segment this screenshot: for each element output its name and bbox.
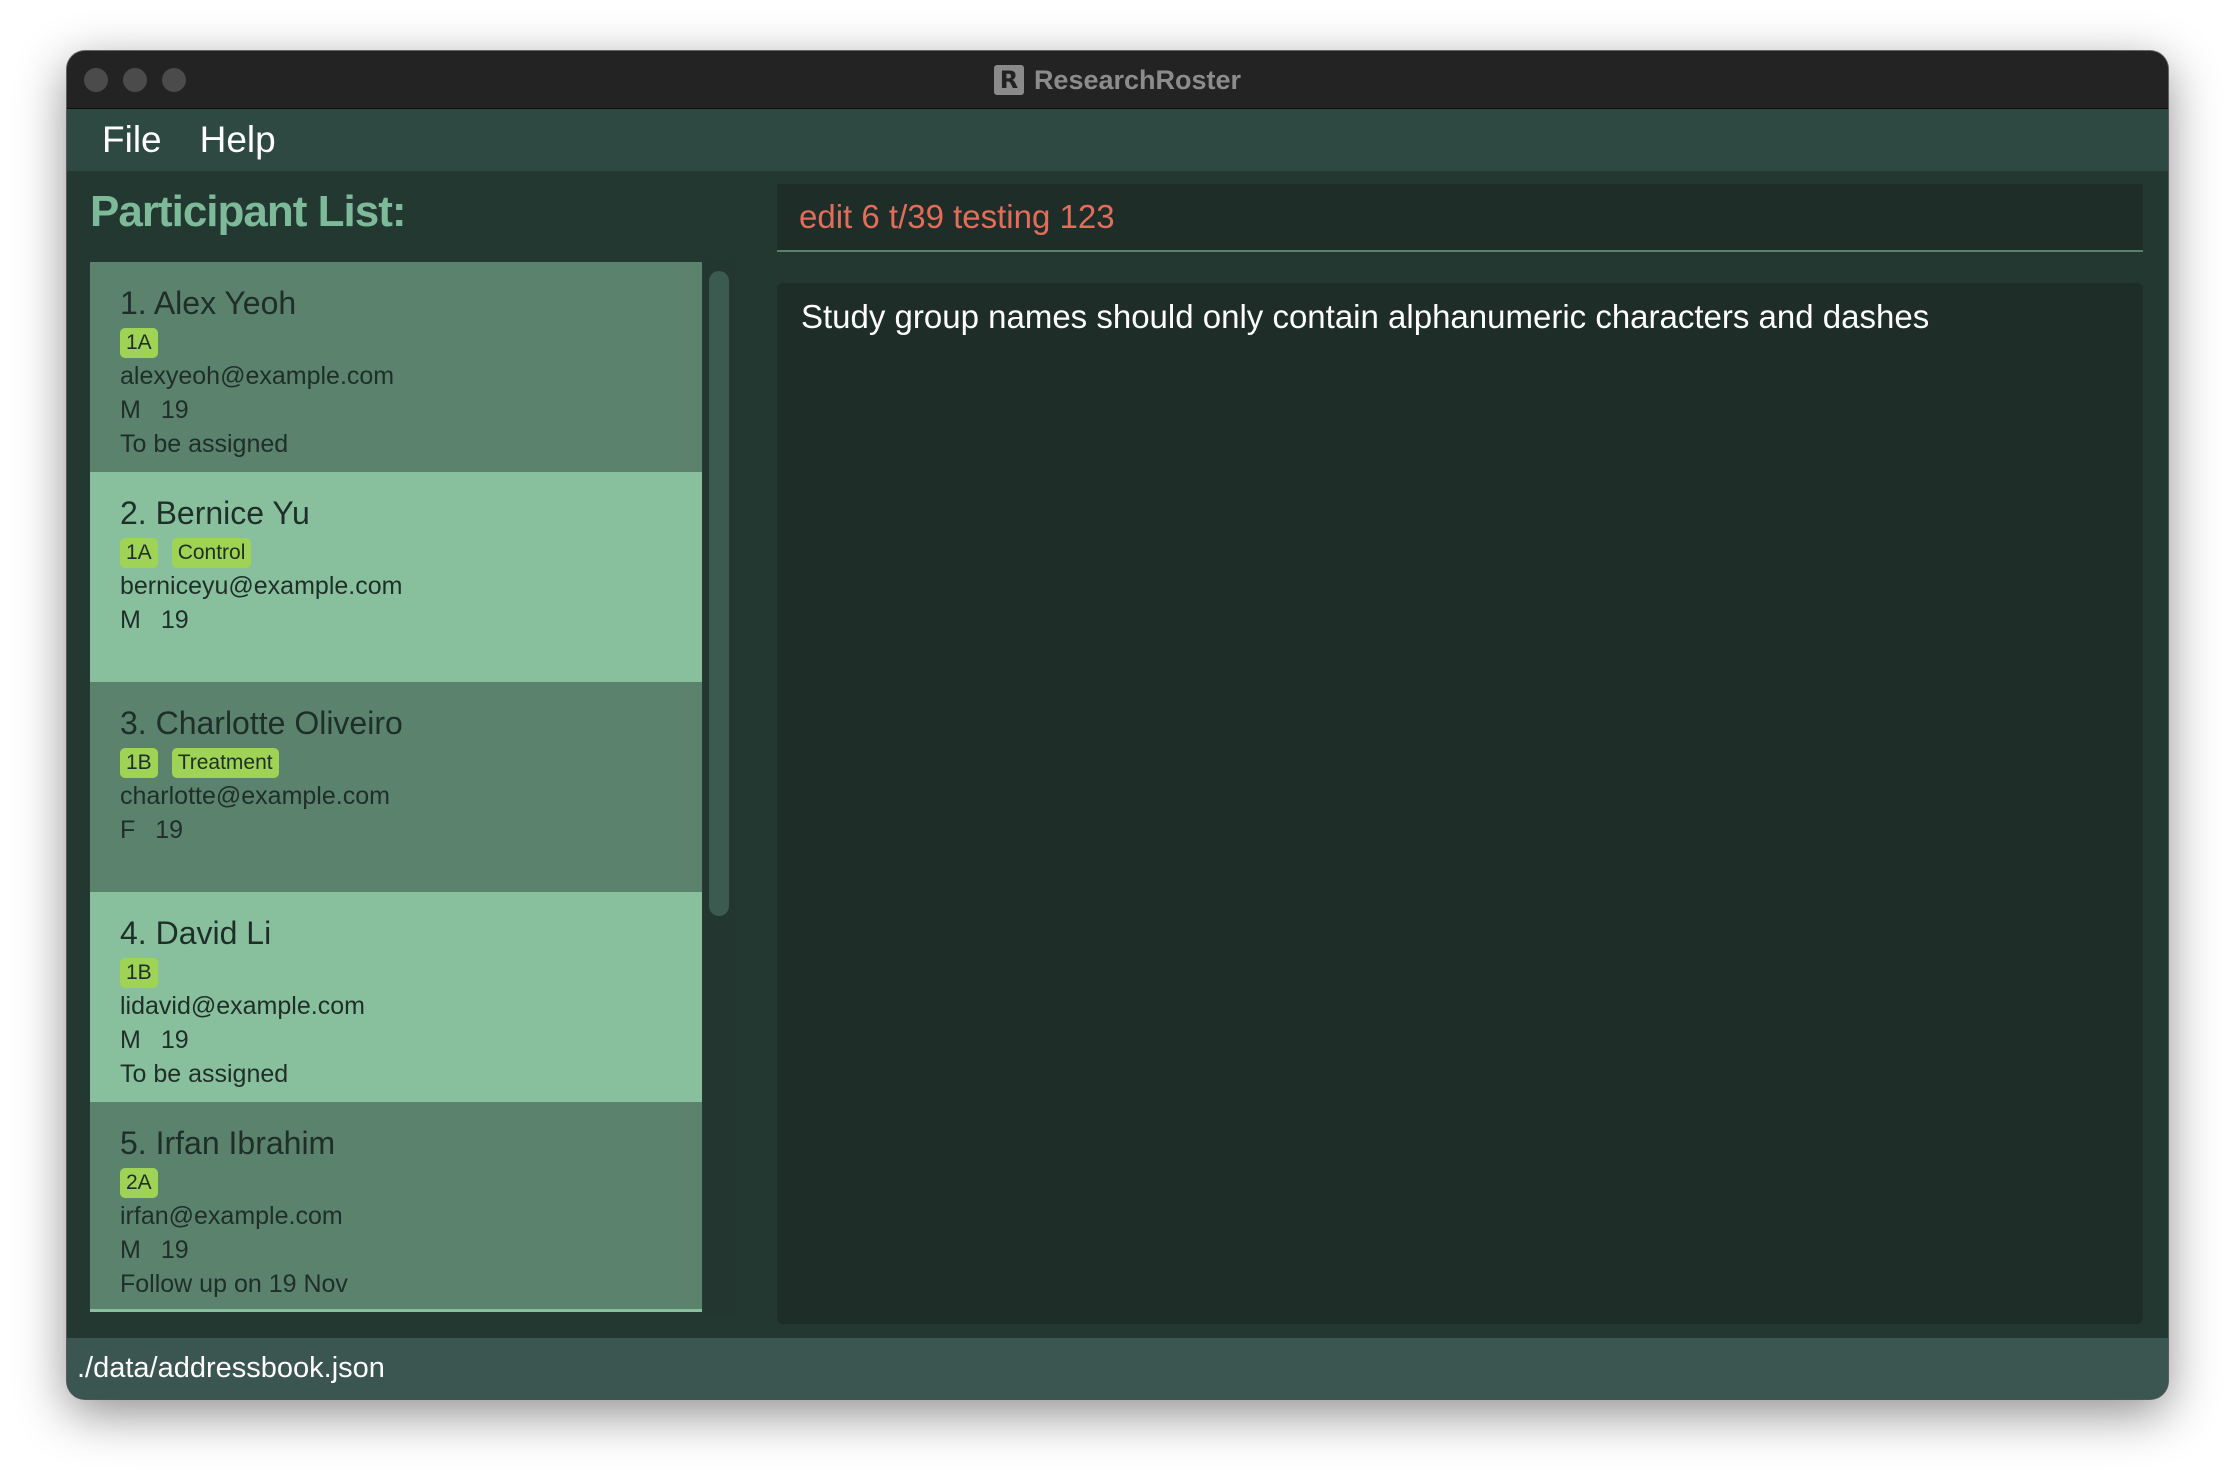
participant-tag: 1B: [120, 748, 158, 778]
participant-name: 4. David Li: [120, 915, 272, 951]
result-message: Study group names should only contain al…: [801, 298, 1930, 335]
participant-email: alexyeoh@example.com: [120, 362, 395, 390]
participant-email: irfan@example.com: [120, 1202, 343, 1230]
participant-gender: M: [120, 1236, 141, 1264]
list-item-separator: [90, 1309, 702, 1312]
participant-gender: M: [120, 396, 141, 424]
result-display: Study group names should only contain al…: [777, 283, 2143, 1324]
title-bar: R ResearchRoster: [67, 51, 2168, 109]
participant-card[interactable]: 2. Bernice Yu 1A Control berniceyu@example.…: [90, 472, 702, 682]
status-bar: ./data/addressbook.json: [67, 1338, 2168, 1399]
participant-tag: Control: [171, 538, 252, 568]
participant-note: To be assigned: [120, 1060, 289, 1088]
participant-card[interactable]: 1. Alex Yeoh 1A alexyeoh@example.com M 19 To …: [90, 262, 702, 472]
list-scrollbar-thumb[interactable]: [709, 271, 729, 916]
participant-tag: 2A: [120, 1168, 158, 1198]
save-location-path: ./data/addressbook.json: [77, 1352, 385, 1384]
participant-tag: 1B: [120, 958, 158, 988]
participant-email: lidavid@example.com: [120, 992, 365, 1020]
participant-name: 5. Irfan Ibrahim: [120, 1125, 336, 1161]
participant-gender-age: F 19: [120, 813, 672, 847]
participant-gender: M: [120, 606, 141, 634]
participant-age: 19: [155, 816, 184, 844]
participant-list-panel: Participant List: 1. Alex Yeoh 1A alexyeoh…: [67, 171, 767, 1321]
participant-tag: 1A: [120, 328, 158, 358]
participant-age: 19: [160, 606, 189, 634]
participant-note: Follow up on 19 Nov: [120, 1270, 348, 1298]
participant-age: 19: [160, 396, 189, 424]
participant-tags: 1B Treatment: [120, 747, 672, 779]
command-input[interactable]: [777, 184, 2143, 250]
window-title: ResearchRoster: [1033, 64, 1242, 95]
participant-gender-age: M 19: [120, 603, 672, 637]
participant-gender: F: [120, 816, 136, 844]
participant-name: 3. Charlotte Oliveiro: [120, 705, 403, 741]
participant-gender-age: M 19: [120, 1233, 672, 1267]
window-title-group: R ResearchRoster: [67, 51, 2168, 109]
participant-list-heading: Participant List:: [90, 187, 406, 236]
participant-tag: Treatment: [171, 748, 279, 778]
participant-tags: 1A Control: [120, 537, 672, 569]
app-logo-icon: R: [993, 65, 1024, 95]
participant-age: 19: [160, 1026, 189, 1054]
participant-email: berniceyu@example.com: [120, 572, 403, 600]
menu-help[interactable]: Help: [200, 119, 276, 161]
app-window: R ResearchRoster File Help Participant L…: [67, 51, 2168, 1399]
command-box[interactable]: [777, 184, 2143, 252]
participant-name: 1. Alex Yeoh: [120, 285, 297, 321]
participant-tags: 1B: [120, 957, 672, 989]
participant-gender-age: M 19: [120, 393, 672, 427]
participant-list[interactable]: 1. Alex Yeoh 1A alexyeoh@example.com M 19 To …: [90, 262, 702, 1316]
participant-tag: 1A: [120, 538, 158, 568]
participant-card[interactable]: 5. Irfan Ibrahim 2A irfan@example.com M 19 Fo…: [90, 1102, 702, 1312]
participant-note: To be assigned: [120, 430, 289, 458]
menu-file[interactable]: File: [102, 119, 162, 161]
participant-tags: 1A: [120, 327, 672, 359]
participant-age: 19: [160, 1236, 189, 1264]
participant-card[interactable]: 4. David Li 1B lidavid@example.com M 19 To be…: [90, 892, 702, 1102]
participant-email: charlotte@example.com: [120, 782, 390, 810]
menu-bar: File Help: [67, 109, 2168, 171]
participant-gender-age: M 19: [120, 1023, 672, 1057]
participant-tags: 2A: [120, 1167, 672, 1199]
participant-card[interactable]: 3. Charlotte Oliveiro 1B Treatment charlott…: [90, 682, 702, 892]
participant-gender: M: [120, 1026, 141, 1054]
participant-name: 2. Bernice Yu: [120, 495, 310, 531]
